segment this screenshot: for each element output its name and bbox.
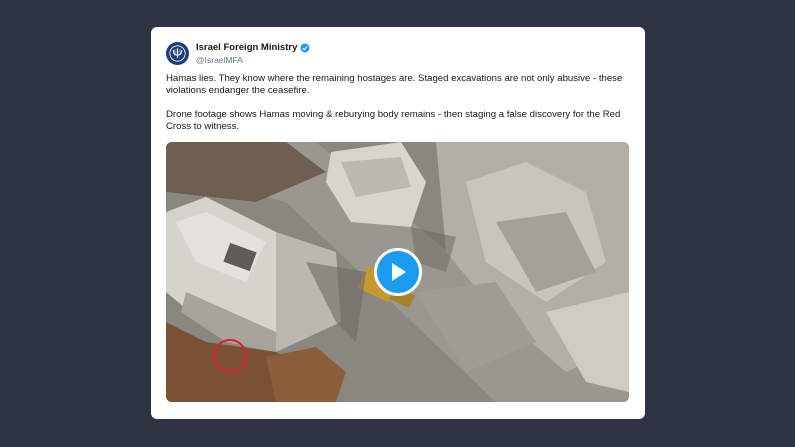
tweet-card: Israel Foreign Ministry @IsraelMFA Hamas… [151, 27, 645, 419]
author-avatar[interactable] [166, 42, 189, 65]
author-handle[interactable]: @IsraelMFA [196, 55, 243, 65]
red-circle-highlight [213, 339, 247, 373]
play-button[interactable] [374, 248, 422, 296]
verified-badge-icon [300, 43, 310, 52]
author-name-row: Israel Foreign Ministry [196, 42, 310, 53]
israel-emblem-icon [169, 45, 186, 62]
video-player[interactable] [166, 142, 629, 402]
tweet-paragraph: Hamas lies. They know where the remainin… [166, 73, 623, 96]
play-icon [392, 263, 406, 281]
author-display-name[interactable]: Israel Foreign Ministry [196, 42, 297, 53]
tweet-body: Hamas lies. They know where the remainin… [166, 73, 634, 133]
tweet-paragraph: Drone footage shows Hamas moving & rebur… [166, 109, 621, 132]
